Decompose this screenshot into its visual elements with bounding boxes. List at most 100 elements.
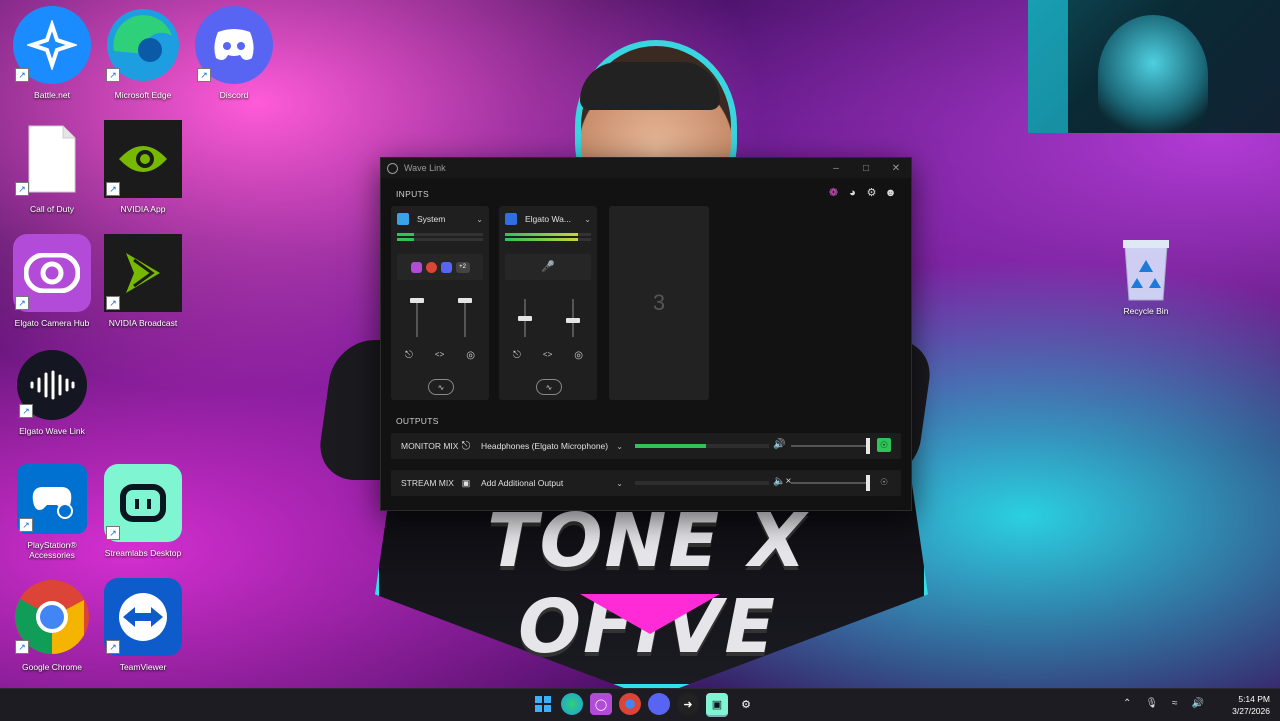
app-sources[interactable]: +2 (397, 254, 483, 280)
title-bar[interactable]: Wave Link – □ ✕ (381, 158, 911, 178)
microphone-icon: 🎤 (541, 260, 555, 273)
output-volume-slider[interactable] (791, 445, 869, 447)
monitor-mix-fader-knob[interactable] (518, 316, 532, 321)
chrome-app-icon (425, 261, 437, 273)
input-header[interactable]: System ⌄ (397, 212, 483, 226)
monitor-mix-fader-knob[interactable] (410, 298, 424, 303)
effects-button[interactable]: ∿ (536, 379, 562, 395)
listen-ear-icon[interactable]: ☉ (877, 475, 891, 489)
empty-input-slot[interactable]: 3 (609, 206, 709, 400)
nvidia-broadcast-icon: ↗ (104, 234, 182, 312)
broadcast-icon[interactable]: ◎ (574, 350, 583, 361)
chevron-down-icon[interactable]: ⌄ (584, 215, 591, 224)
microphone-icon (505, 213, 517, 225)
start-button[interactable] (532, 693, 554, 715)
desktop-icon-nvidia-app[interactable]: ↗ NVIDIA App (100, 120, 186, 214)
taskbar: ◯ ➜ ▣ ⚙ ⌃ 🎙 ≈ 🔊 5:14 PM 3/27/2026 (0, 688, 1280, 721)
chevron-down-icon[interactable]: ⌄ (476, 215, 483, 224)
desktop-icon-battlenet[interactable]: ↗ Battle.net (9, 6, 95, 100)
desktop-icon-edge[interactable]: ↗ Microsoft Edge (100, 6, 186, 100)
speaker-muted-icon[interactable]: 🔈× (773, 476, 791, 487)
desktop-icon-nvidia-broadcast[interactable]: ↗ NVIDIA Broadcast (100, 234, 186, 328)
wifi-icon[interactable]: ≈ (1172, 698, 1178, 709)
desktop-icon-chrome[interactable]: ↗ Google Chrome (9, 578, 95, 672)
document-icon: ↗ (13, 120, 91, 198)
inputs-heading: INPUTS (396, 189, 429, 199)
chevron-down-icon: ⌄ (616, 478, 623, 488)
output-level-meter (635, 444, 769, 448)
output-volume-slider[interactable] (791, 482, 869, 484)
chevron-up-icon[interactable]: ⌃ (1123, 698, 1131, 709)
edge-icon: ↗ (104, 6, 182, 84)
monitor-mix-fader[interactable] (416, 299, 418, 337)
wave-link-window: Wave Link – □ ✕ INPUTS ❁ ◕ ⚙ ☻ System ⌄ … (380, 157, 912, 511)
headphones-icon: ⎋ (461, 439, 471, 452)
input-level-meter (505, 233, 591, 236)
headphones-icon[interactable]: ⎋ (405, 350, 413, 361)
input-strip-elgato-mic: Elgato Wa... ⌄ 🎤 ⎋ <> ◎ ∿ (499, 206, 597, 400)
settings-gear-icon[interactable]: ⚙ (865, 186, 878, 199)
output-device-select[interactable]: ⎋ Headphones (Elgato Microphone) ⌄ (459, 436, 627, 456)
edge-taskbar-icon[interactable] (561, 693, 583, 715)
camera-hub-icon: ↗ (13, 234, 91, 312)
clock-time: 5:14 PM (1238, 694, 1270, 704)
desktop-icon-discord[interactable]: ↗ Discord (191, 6, 277, 100)
app-icon (387, 162, 398, 174)
settings-taskbar-icon[interactable]: ⚙ (735, 693, 757, 715)
webcam-person (1098, 15, 1208, 133)
output-volume-knob[interactable] (866, 438, 870, 454)
desktop-icon-teamviewer[interactable]: ↗ TeamViewer (100, 578, 186, 672)
minimize-button[interactable]: – (821, 158, 851, 178)
voice-focus-icon[interactable]: ◕ (846, 186, 859, 199)
listen-ear-icon[interactable]: ☉ (877, 438, 891, 452)
stream-mix-fader-knob[interactable] (458, 298, 472, 303)
input-header[interactable]: Elgato Wa... ⌄ (505, 212, 591, 226)
discord-taskbar-icon[interactable] (648, 693, 670, 715)
desktop-icon-playstation[interactable]: ↗ PlayStation® Accessories (9, 464, 95, 560)
input-level-meter (397, 238, 483, 241)
output-device-select[interactable]: ▣ Add Additional Output ⌄ (459, 473, 627, 493)
arrow-app-taskbar-icon[interactable]: ➜ (677, 693, 699, 715)
desktop-icon-wave-link[interactable]: ↗ Elgato Wave Link (9, 350, 95, 436)
microphone-tray-icon[interactable]: 🎙 (1145, 698, 1158, 709)
maximize-button[interactable]: □ (851, 158, 881, 178)
speaker-icon[interactable]: 🔊 (773, 439, 785, 450)
monitor-icon (397, 213, 409, 225)
webcam-overlay (1028, 0, 1280, 133)
input-level-meter (505, 238, 591, 241)
chrome-taskbar-icon[interactable] (619, 693, 641, 715)
chrome-icon: ↗ (13, 578, 91, 656)
account-icon[interactable]: ☻ (884, 186, 897, 199)
marketplace-icon[interactable]: ❁ (827, 186, 840, 199)
desktop-icon-streamlabs[interactable]: ↗ Streamlabs Desktop (100, 464, 186, 558)
output-row-monitor-mix: MONITOR MIX ⎋ Headphones (Elgato Microph… (391, 433, 901, 459)
logo-triangle (580, 594, 720, 634)
output-volume-knob[interactable] (866, 475, 870, 491)
camera-hub-taskbar-icon[interactable]: ◯ (590, 693, 612, 715)
input-level-meter (397, 233, 483, 236)
close-button[interactable]: ✕ (881, 158, 911, 178)
playstation-accessories-icon: ↗ (17, 464, 87, 534)
stream-mix-fader[interactable] (464, 299, 466, 337)
mic-settings-button[interactable]: 🎤 (505, 254, 591, 280)
effects-button[interactable]: ∿ (428, 379, 454, 395)
link-icon[interactable]: <> (435, 350, 444, 361)
wave-link-icon: ↗ (17, 350, 87, 420)
stream-mix-fader-knob[interactable] (566, 318, 580, 323)
teamviewer-icon: ↗ (104, 578, 182, 656)
desktop-icon-camera-hub[interactable]: ↗ Elgato Camera Hub (9, 234, 95, 328)
volume-icon[interactable]: 🔊 (1192, 698, 1204, 709)
speaker-device-icon: ▣ (461, 477, 471, 488)
streamlabs-taskbar-icon[interactable]: ▣ (706, 693, 728, 717)
link-icon[interactable]: <> (543, 350, 552, 361)
clock[interactable]: 5:14 PM 3/27/2026 (1232, 693, 1270, 717)
desktop-icon-recycle-bin[interactable]: Recycle Bin (1108, 236, 1184, 316)
streamlabs-icon: ↗ (104, 464, 182, 542)
broadcast-icon[interactable]: ◎ (466, 350, 475, 361)
desktop-icon-callofduty[interactable]: ↗ Call of Duty (9, 120, 95, 214)
headphones-icon[interactable]: ⎋ (513, 350, 521, 361)
camera-hub-app-icon (410, 261, 422, 273)
nvidia-icon: ↗ (104, 120, 182, 198)
discord-icon: ↗ (195, 6, 273, 84)
logo-bandana (580, 62, 720, 110)
